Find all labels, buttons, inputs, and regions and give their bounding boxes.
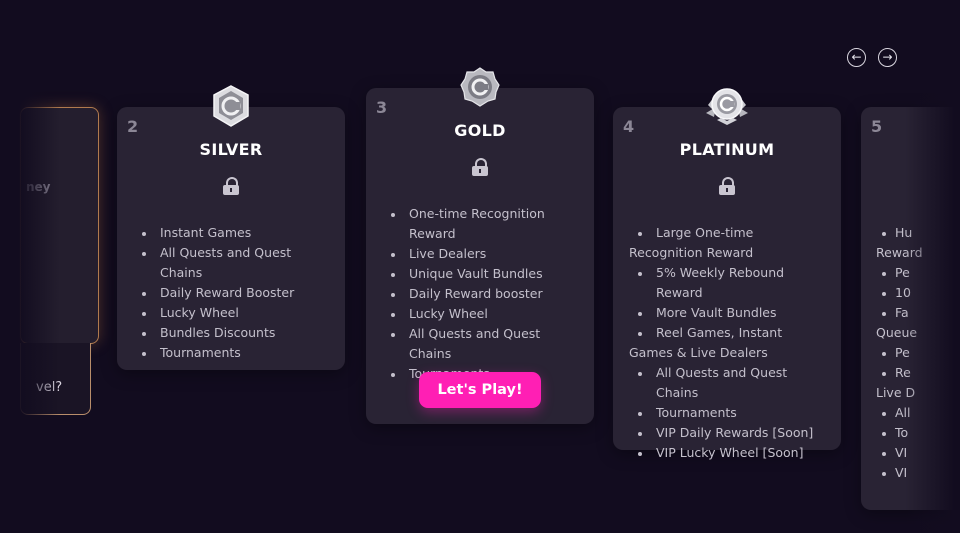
perk-item: VI (873, 463, 960, 483)
level-card-gold[interactable]: 3 GOLD One-time Recognition Reward Live … (366, 67, 594, 424)
perk-item: All Quests and Quest Chains (629, 363, 829, 403)
perk-item: Unique Vault Bundles (382, 264, 582, 284)
perk-item: Pe (873, 343, 960, 363)
perk-item: Reel Games, Instant Games & Live Dealers (629, 323, 829, 363)
level-card-silver[interactable]: 2 SILVER Instant Games All Quests and Qu… (117, 85, 345, 370)
level-card-1-text: ney (26, 180, 51, 194)
lock-icon (472, 158, 488, 176)
perk-list: Hu Reward Pe 10 Fa Queue Pe Re Live D Al… (861, 223, 960, 483)
lock-icon (223, 177, 239, 195)
perk-item: Fa (873, 303, 960, 323)
perk-item: Large One-time Recognition Reward (629, 223, 829, 263)
perk-item: Tournaments (629, 403, 829, 423)
level-question-text: vel? (36, 380, 63, 395)
perk-item: Live Dealers (382, 244, 582, 264)
level-number: 4 (623, 117, 635, 136)
lets-play-button[interactable]: Let's Play! (419, 372, 541, 408)
perk-item: Pe (873, 263, 960, 283)
perk-item: Tournaments (133, 343, 333, 363)
vip-levels-carousel: ← → ney vel? 2 SILVER Instant Games All … (0, 0, 960, 533)
perk-item: 10 (873, 283, 960, 303)
perk-item-continuation: Live D (876, 385, 916, 400)
level-title: GOLD (454, 121, 506, 140)
level-card-1[interactable] (20, 107, 99, 344)
perk-item: VI (873, 443, 960, 463)
level-number: 3 (376, 98, 388, 117)
perk-item: Re (873, 363, 960, 383)
perk-item: Daily Reward Booster (133, 283, 333, 303)
arrow-left-icon: ← (851, 50, 862, 64)
level-title: PLATINUM (679, 140, 775, 159)
perk-list: Large One-time Recognition Reward 5% Wee… (613, 223, 841, 463)
level-number: 2 (127, 117, 139, 136)
perk-item: All (873, 403, 960, 423)
level-card-5[interactable]: 5 Hu Reward Pe 10 Fa Queue Pe Re Live D … (861, 107, 960, 510)
level-card-platinum[interactable]: 4 PLATINUM Large One-time Recognition Re… (613, 88, 841, 460)
perk-item: Bundles Discounts (133, 323, 333, 343)
perk-item: VIP Lucky Wheel [Soon] (629, 443, 829, 463)
perk-item: One-time Recognition Reward (382, 204, 582, 244)
perk-item-continuation: Queue (876, 325, 918, 340)
level-title: SILVER (199, 140, 263, 159)
gold-badge-icon (460, 67, 500, 107)
arrow-right-icon: → (882, 50, 893, 64)
perk-item: All Quests and Quest Chains (133, 243, 333, 283)
perk-item: To (873, 423, 960, 443)
lock-icon (719, 177, 735, 195)
perk-list: Instant Games All Quests and Quest Chain… (117, 223, 345, 363)
perk-item: VIP Daily Rewards [Soon] (629, 423, 829, 443)
carousel-next-button[interactable]: → (878, 48, 897, 67)
perk-list: One-time Recognition Reward Live Dealers… (366, 204, 594, 384)
perk-item-continuation: Reward (876, 245, 923, 260)
perk-item: 5% Weekly Rebound Reward (629, 263, 829, 303)
level-question-box[interactable] (20, 343, 91, 415)
level-number: 5 (871, 117, 883, 136)
perk-item: More Vault Bundles (629, 303, 829, 323)
perk-item: Daily Reward booster (382, 284, 582, 304)
perk-item: All Quests and Quest Chains (382, 324, 582, 364)
perk-item: Lucky Wheel (133, 303, 333, 323)
platinum-badge-icon (706, 88, 748, 125)
perk-item: Instant Games (133, 223, 333, 243)
perk-item: Hu (873, 223, 960, 243)
silver-badge-icon (213, 85, 249, 127)
perk-item: Lucky Wheel (382, 304, 582, 324)
carousel-prev-button[interactable]: ← (847, 48, 866, 67)
